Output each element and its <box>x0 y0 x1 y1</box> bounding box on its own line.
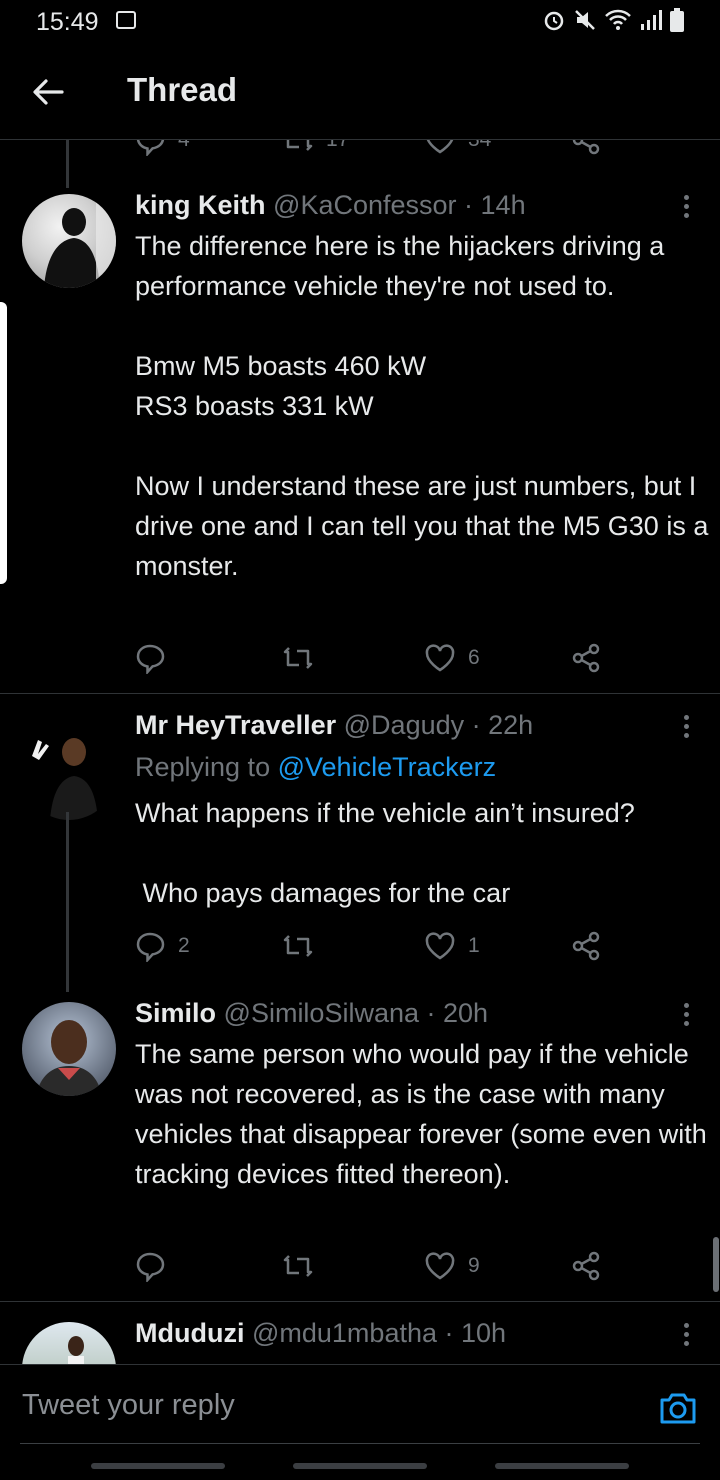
retweet-button[interactable] <box>282 1246 326 1286</box>
retweet-icon <box>283 1255 313 1277</box>
tweet-text: The difference here is the hijackers dri… <box>135 231 709 581</box>
tweet-time: · 20h <box>426 998 489 1028</box>
page-title: Thread <box>127 71 238 108</box>
tweet-meta: Mr HeyTraveller @Dagudy · 22h <box>135 710 533 741</box>
reply-icon <box>136 932 165 962</box>
wifi-icon <box>605 9 631 30</box>
tweet-meta: Mduduzi @mdu1mbatha · 10h <box>135 1318 506 1349</box>
retweet-button[interactable] <box>282 926 326 966</box>
reply-icon <box>136 1252 165 1282</box>
share-button[interactable] <box>570 926 602 966</box>
replying-to-label: Replying to <box>135 752 271 782</box>
battery-icon <box>670 8 684 32</box>
avatar-person <box>36 1020 102 1096</box>
nav-back-button[interactable] <box>495 1463 629 1469</box>
tweet-actions: 9 <box>0 1246 720 1286</box>
nav-home-button[interactable] <box>293 1463 427 1469</box>
thread-header: Thread <box>0 44 720 140</box>
reply-input[interactable] <box>20 1379 624 1431</box>
author-name[interactable]: Similo <box>135 998 216 1028</box>
scrollbar-thumb[interactable] <box>713 1237 719 1292</box>
tweet-text: What happens if the vehicle ain’t insure… <box>135 798 635 908</box>
status-bar: 15:49 <box>0 0 720 44</box>
share-button[interactable] <box>570 1246 602 1286</box>
tweet-actions: 6 <box>0 638 720 678</box>
like-button[interactable]: 9 <box>424 1246 480 1286</box>
share-icon <box>572 643 600 673</box>
replying-to-handle[interactable]: @VehicleTrackerz <box>278 752 496 782</box>
camera-icon[interactable] <box>658 1387 698 1427</box>
like-count: 9 <box>468 1254 480 1277</box>
like-count: 1 <box>468 934 480 957</box>
heart-icon <box>425 1252 455 1280</box>
avatar-person <box>32 738 98 820</box>
tweet-meta: Similo @SimiloSilwana · 20h <box>135 998 488 1029</box>
tweet[interactable]: Mduduzi @mdu1mbatha · 10h <box>0 1302 720 1364</box>
reply-button[interactable] <box>134 638 178 678</box>
system-nav-bar <box>0 1444 720 1480</box>
thread-feed[interactable]: 4 17 34 king Keith @KaConfessor · 14h Th… <box>0 140 720 1364</box>
nav-recent-button[interactable] <box>91 1463 225 1469</box>
share-icon <box>572 1251 600 1281</box>
author-handle[interactable]: @SimiloSilwana <box>224 998 419 1028</box>
tweet[interactable]: Similo @SimiloSilwana · 20h The same per… <box>0 994 720 1300</box>
author-handle[interactable]: @Dagudy <box>344 710 464 740</box>
share-button[interactable] <box>570 638 602 678</box>
tweet-time: · 22h <box>471 710 534 740</box>
author-name[interactable]: Mr HeyTraveller <box>135 710 336 740</box>
more-options-icon[interactable] <box>676 712 696 742</box>
tweet-time: · 10h <box>444 1318 507 1348</box>
avatar[interactable] <box>22 1322 116 1364</box>
like-count: 6 <box>468 646 480 669</box>
tweet[interactable]: king Keith @KaConfessor · 14h The differ… <box>0 140 720 693</box>
retweet-icon <box>283 647 313 669</box>
thread-connector <box>66 812 69 992</box>
heart-icon <box>425 644 455 672</box>
mute-icon <box>575 10 595 30</box>
share-icon <box>572 931 600 961</box>
reply-composer <box>0 1364 720 1445</box>
gallery-notification-icon <box>116 11 136 29</box>
author-name[interactable]: king Keith <box>135 190 266 220</box>
author-handle[interactable]: @KaConfessor <box>273 190 457 220</box>
reply-button[interactable] <box>134 1246 178 1286</box>
retweet-icon <box>283 935 313 957</box>
signal-icon <box>641 10 662 30</box>
avatar[interactable] <box>22 726 116 820</box>
back-arrow-icon[interactable] <box>30 74 66 110</box>
more-options-icon[interactable] <box>676 1320 696 1350</box>
avatar-silhouette <box>44 194 116 288</box>
like-button[interactable]: 1 <box>424 926 480 966</box>
author-name[interactable]: Mduduzi <box>135 1318 244 1348</box>
status-icons <box>542 8 684 32</box>
tweet-meta: king Keith @KaConfessor · 14h <box>135 190 526 221</box>
reply-icon <box>136 644 165 674</box>
avatar[interactable] <box>22 194 116 288</box>
retweet-button[interactable] <box>282 638 326 678</box>
author-handle[interactable]: @mdu1mbatha <box>252 1318 437 1348</box>
like-button[interactable]: 6 <box>424 638 480 678</box>
heart-icon <box>425 932 455 960</box>
avatar-person <box>68 1336 84 1364</box>
more-options-icon[interactable] <box>676 192 696 222</box>
more-options-icon[interactable] <box>676 1000 696 1030</box>
tweet-time: · 14h <box>464 190 526 220</box>
avatar[interactable] <box>22 1002 116 1096</box>
reply-count: 2 <box>178 934 190 957</box>
reply-button[interactable]: 2 <box>134 926 190 966</box>
replying-to: Replying to @VehicleTrackerz <box>135 752 496 783</box>
tweet-text: The same person who would pay if the veh… <box>135 1039 715 1189</box>
alarm-icon <box>544 11 564 31</box>
status-time: 15:49 <box>36 8 99 36</box>
tweet-actions: 2 1 <box>0 926 720 966</box>
